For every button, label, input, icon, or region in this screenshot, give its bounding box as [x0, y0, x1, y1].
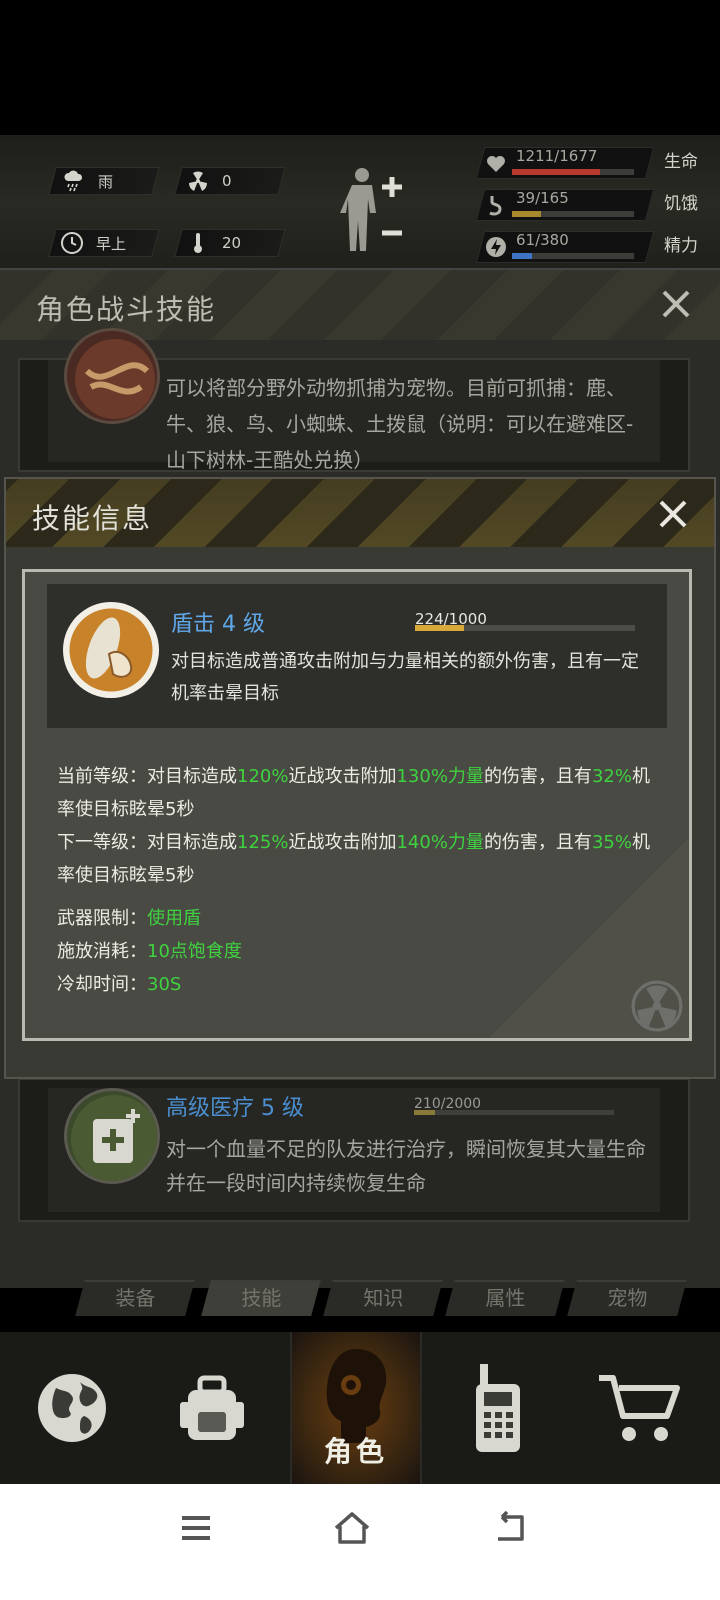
bottom-nav: 角色 [0, 1332, 720, 1484]
thermometer-icon [186, 231, 210, 255]
health-value: 1211/1677 [516, 147, 598, 165]
skill-exp-bar: 224/1000 [415, 610, 635, 634]
tab-equipment[interactable]: 装备 [75, 1280, 195, 1316]
hunger-value: 39/165 [516, 189, 569, 207]
top-blank [0, 0, 720, 135]
nav-radio[interactable] [432, 1332, 564, 1484]
weather-text: 雨 [98, 172, 114, 191]
medical-exp-text: 210/2000 [414, 1096, 482, 1112]
time-text: 早上 [96, 234, 127, 253]
skill-info-dialog: 技能信息 盾击 4 级 224/1000 对目标造成普通攻击附加与力量相关的额外… [4, 477, 716, 1079]
energy-value: 61/380 [516, 231, 569, 249]
next-level-detail: 下一等级：对目标造成125%近战攻击附加140%力量的伤害，且有35%机率使目标… [57, 832, 650, 886]
menu-icon[interactable] [174, 1506, 218, 1550]
nav-world[interactable] [6, 1332, 138, 1484]
weather-stat: 雨 [62, 167, 113, 195]
skill-name: 盾击 4 级 [171, 612, 265, 637]
medkit-icon [64, 1088, 160, 1184]
tab-attributes[interactable]: 属性 [445, 1280, 565, 1316]
nav-character[interactable]: 角色 [290, 1332, 422, 1484]
health-label: 生命 [664, 152, 698, 172]
skill-desc: 对目标造成普通攻击附加与力量相关的额外伤害，且有一定机率击晕目标 [171, 651, 639, 704]
health-fill [512, 169, 601, 175]
advanced-medical-skill-card[interactable]: 高级医疗 5 级 210/2000 对一个血量不足的队友进行治疗，瞬间恢复其大量… [18, 1078, 690, 1222]
hunger-fill [512, 211, 541, 217]
system-nav-bar [0, 1484, 720, 1600]
vital-health: 1211/1677 生命 [475, 143, 710, 183]
human-body-icon [340, 168, 402, 251]
cart-icon [599, 1375, 680, 1441]
clock-icon [60, 231, 84, 255]
skill-info-close-icon[interactable] [656, 497, 690, 531]
combat-skills-close-icon[interactable] [660, 288, 692, 320]
nav-backpack[interactable] [146, 1332, 278, 1484]
medical-skill-desc: 对一个血量不足的队友进行治疗，瞬间恢复其大量生命并在一段时间内持续恢复生命 [166, 1137, 646, 1195]
medical-skill-name: 高级医疗 5 级 [166, 1096, 304, 1121]
combat-skills-title: 角色战斗技能 [36, 293, 217, 326]
radiation-value: 0 [222, 172, 232, 190]
skill-exp-text: 224/1000 [415, 610, 487, 628]
nav-character-label: 角色 [323, 1435, 388, 1468]
time-stat: 早上 [60, 229, 126, 257]
tab-knowledge[interactable]: 知识 [323, 1280, 443, 1316]
vital-hunger: 39/165 饥饿 [475, 185, 710, 225]
radio-icon [476, 1364, 520, 1452]
radiation-icon [186, 169, 210, 193]
nav-shop[interactable] [574, 1332, 706, 1484]
radiation-stat: 0 [186, 167, 232, 195]
energy-label: 精力 [664, 236, 698, 256]
character-tabs: 装备 技能 知识 属性 宠物 [70, 1280, 710, 1322]
temperature-stat: 20 [186, 229, 241, 257]
skill-info-body: 盾击 4 级 224/1000 对目标造成普通攻击附加与力量相关的额外伤害，且有… [22, 569, 692, 1041]
hunger-label: 饥饿 [664, 194, 698, 214]
temperature-value: 20 [222, 234, 242, 252]
tab-skills[interactable]: 技能 [201, 1280, 321, 1316]
weapon-limit: 武器限制：使用盾 [57, 908, 201, 929]
skill-head: 盾击 4 级 224/1000 对目标造成普通攻击附加与力量相关的额外伤害，且有… [47, 584, 667, 728]
shield-bash-icon [63, 602, 159, 698]
home-icon[interactable] [330, 1506, 374, 1550]
rope-icon [64, 328, 160, 424]
tab-pets[interactable]: 宠物 [567, 1280, 687, 1316]
pet-capture-desc: 可以将部分野外动物抓捕为宠物。目前可抓捕：鹿、牛、狼、鸟、小蜘蛛、土拨鼠（说明：… [166, 376, 634, 472]
cast-cost: 施放消耗：10点饱食度 [57, 941, 242, 962]
heart-icon [484, 151, 508, 175]
skill-info-title: 技能信息 [32, 502, 153, 535]
cooldown-time: 冷却时间：30S [57, 974, 182, 995]
energy-fill [512, 253, 532, 259]
back-icon[interactable] [488, 1506, 532, 1550]
globe-icon [38, 1374, 106, 1442]
medical-exp-bar: 210/2000 [414, 1096, 614, 1118]
backpack-icon [180, 1375, 244, 1440]
current-level-detail: 当前等级：对目标造成120%近战攻击附加130%力量的伤害，且有32%机率使目标… [57, 766, 650, 820]
vital-energy: 61/380 精力 [475, 227, 710, 267]
body-status-button[interactable] [340, 165, 410, 255]
stomach-icon [484, 193, 508, 217]
status-bar: 雨 0 早上 20 1211/1677 生命 39/165 饥饿 61/380 … [0, 135, 720, 270]
lightning-icon [484, 235, 508, 259]
pet-capture-skill-card[interactable]: 可以将部分野外动物抓捕为宠物。目前可抓捕：鹿、牛、狼、鸟、小蜘蛛、土拨鼠（说明：… [18, 328, 690, 472]
rain-cloud-icon [62, 169, 86, 193]
